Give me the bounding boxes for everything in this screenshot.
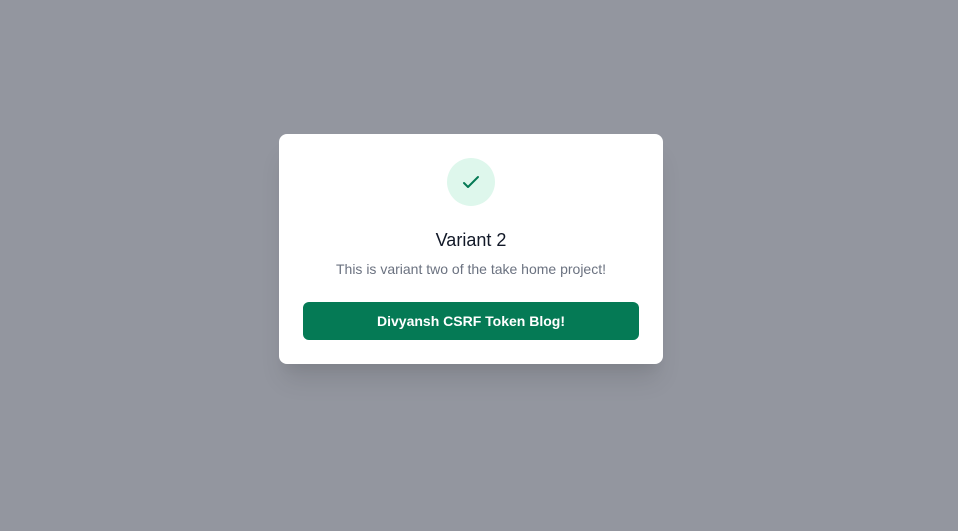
- dialog-title: Variant 2: [435, 230, 507, 250]
- success-dialog: Variant 2 This is variant two of the tak…: [279, 134, 663, 364]
- check-icon: [463, 176, 479, 188]
- blog-link-button[interactable]: Divyansh CSRF Token Blog!: [303, 302, 639, 340]
- success-icon-badge: [447, 158, 495, 206]
- dialog-description: This is variant two of the take home pro…: [335, 261, 606, 277]
